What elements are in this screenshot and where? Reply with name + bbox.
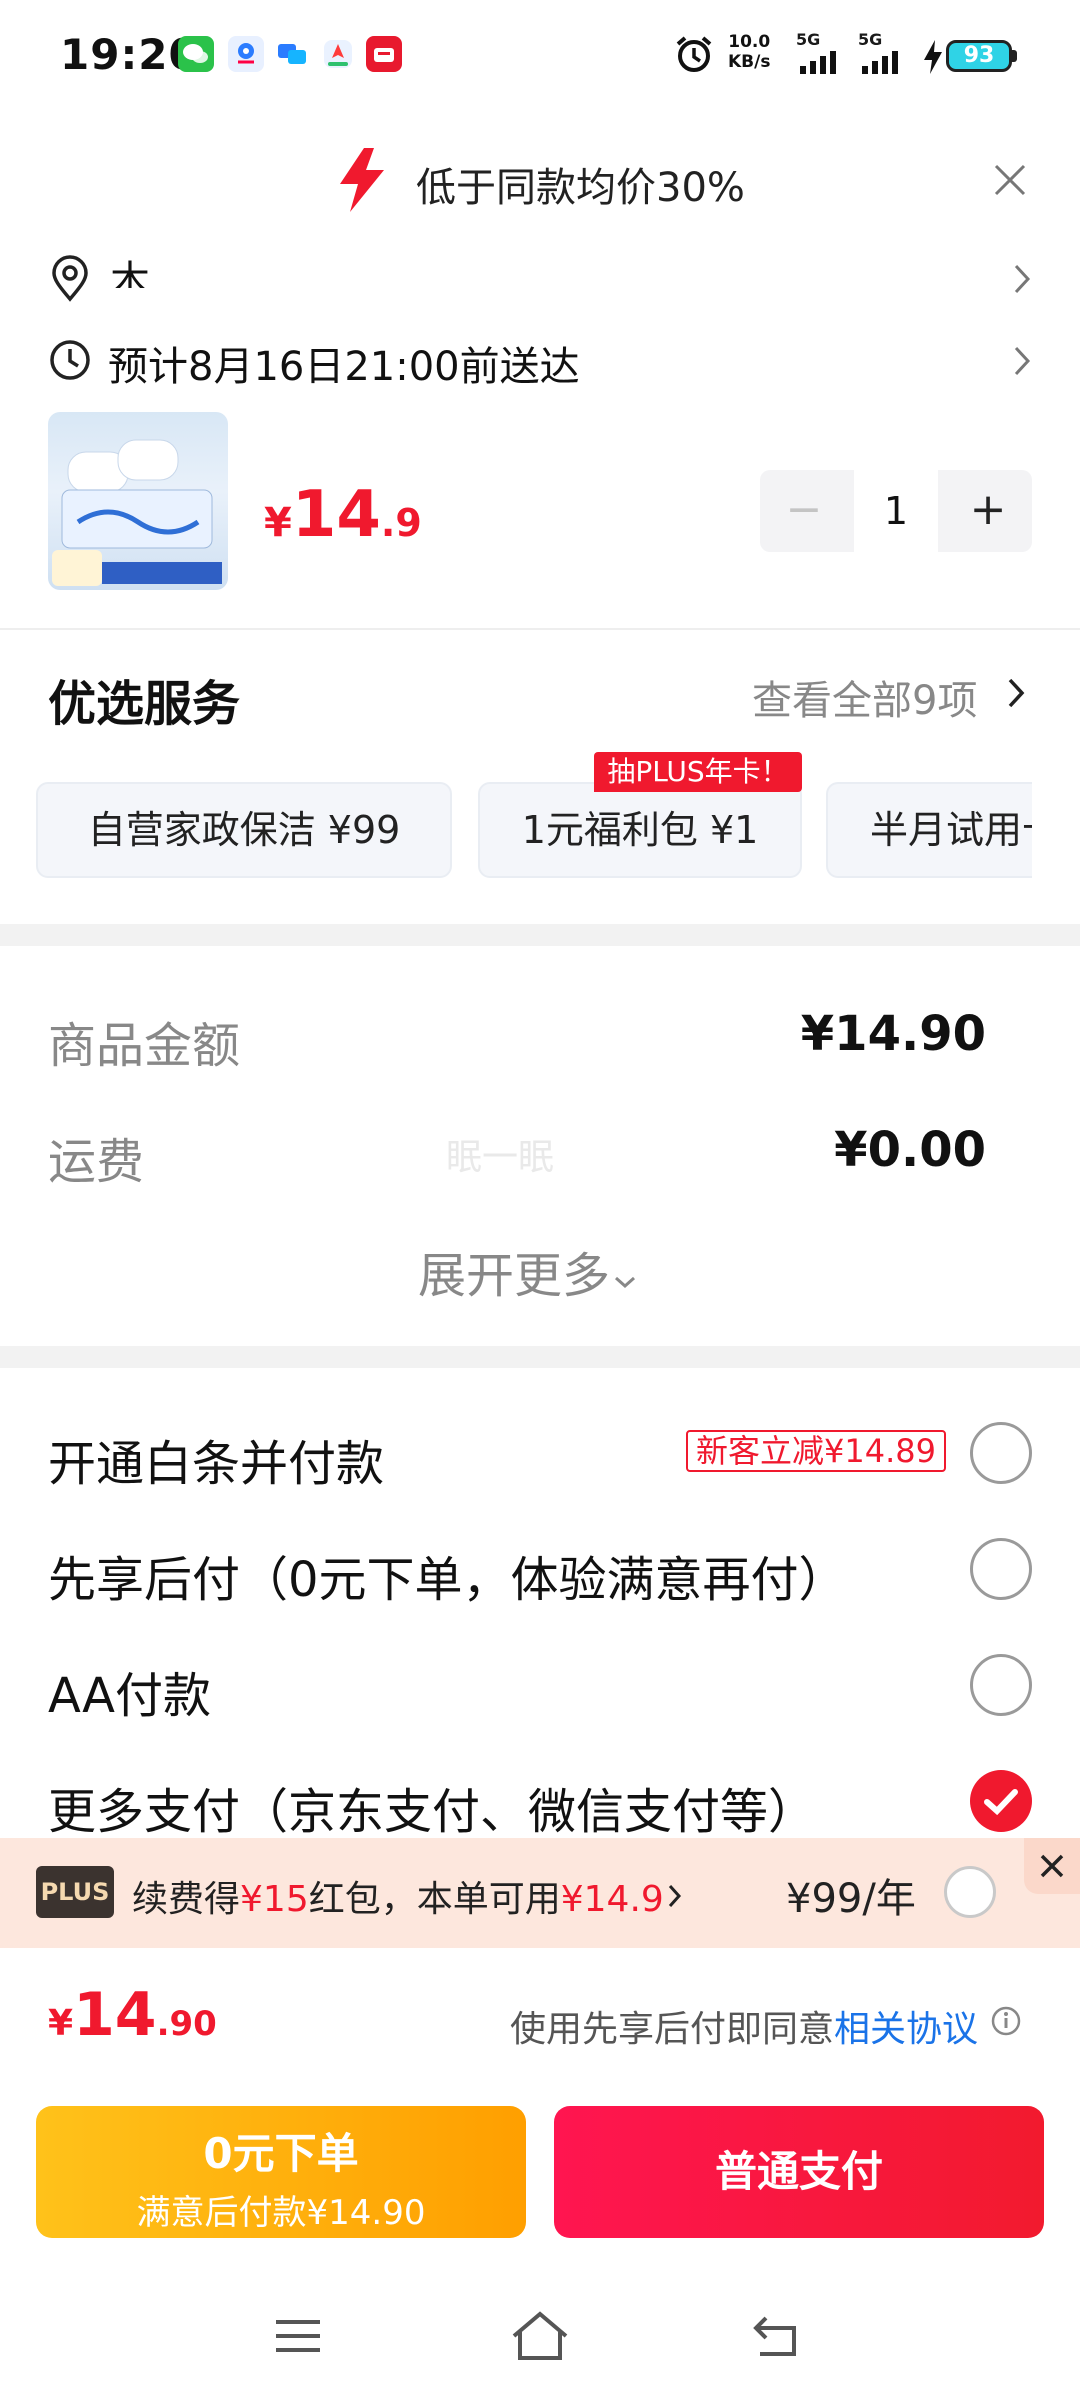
decrement-button[interactable]: − xyxy=(760,470,848,552)
net-speed-unit: KB/s xyxy=(728,52,771,72)
services-view-all[interactable]: 查看全部9项 xyxy=(752,668,977,726)
watermark-text: 眠一眠 xyxy=(446,1137,555,1178)
chevron-right-icon xyxy=(1010,262,1034,300)
goods-amount-value: ¥14.90 xyxy=(800,1006,986,1062)
close-icon[interactable] xyxy=(990,160,1030,204)
services-title: 优选服务 xyxy=(48,676,241,732)
total-price: ¥14.90 xyxy=(48,1980,217,2050)
service-promo-tag: 抽PLUS年卡！ xyxy=(594,752,802,792)
lightning-icon xyxy=(334,148,390,216)
shopping-app-icon xyxy=(366,36,402,72)
promo-banner-text: 低于同款均价30% xyxy=(416,165,745,211)
chevron-right-icon xyxy=(664,1879,686,1920)
payment-option-label[interactable]: 开通白条并付款 xyxy=(48,1424,384,1494)
payment-option-label[interactable]: AA付款 xyxy=(48,1656,211,1726)
normal-pay-button[interactable]: 普通支付 xyxy=(554,2106,1044,2238)
menu-icon[interactable] xyxy=(272,2314,324,2362)
expand-more-label: 展开更多 xyxy=(418,1248,611,1304)
service-card[interactable]: 自营家政保洁 ¥99 xyxy=(36,782,452,878)
plus-text-b: ¥15 xyxy=(240,1879,309,1920)
net-speed-value: 10.0 xyxy=(728,32,771,52)
agreement-text: 使用先享后付即同意相关协议 xyxy=(510,2000,978,2052)
navigation-app-icon xyxy=(320,36,356,72)
price-currency: ¥ xyxy=(264,500,292,546)
map-pin-app-icon xyxy=(228,36,264,72)
wechat-icon xyxy=(178,36,214,72)
total-integer: 14 xyxy=(73,1980,157,2050)
chevron-down-icon xyxy=(610,1248,640,1304)
plus-text-d: ¥14.9 xyxy=(560,1879,664,1920)
pay-later-title: 0元下单 xyxy=(203,2129,359,2178)
chevron-right-icon xyxy=(1004,676,1028,714)
quantity-value[interactable]: 1 xyxy=(854,470,938,552)
payment-radio-more-selected[interactable] xyxy=(970,1770,1032,1832)
plus-offer-text[interactable]: 续费得¥15红包，本单可用¥14.9 xyxy=(132,1870,686,1922)
plus-badge: PLUS xyxy=(36,1866,114,1918)
clock-icon xyxy=(48,338,92,386)
pay-later-button[interactable]: 0元下单 满意后付款¥14.90 xyxy=(36,2106,526,2238)
cellular-signal-2: 5G xyxy=(858,32,910,80)
expand-more-button[interactable]: 展开更多 xyxy=(418,1236,640,1306)
delivery-eta[interactable]: 预计8月16日21:00前送达 xyxy=(108,334,580,392)
delivery-address: 木 xyxy=(110,258,150,288)
charging-icon xyxy=(922,40,944,78)
payment-radio-baitiao[interactable] xyxy=(970,1422,1032,1484)
quantity-stepper[interactable]: − 1 + xyxy=(760,470,1032,552)
back-icon[interactable] xyxy=(750,2312,802,2364)
total-decimal: .90 xyxy=(156,2004,217,2044)
product-thumbnail[interactable] xyxy=(48,412,228,590)
checkmark-icon xyxy=(984,1789,1018,1816)
info-icon[interactable] xyxy=(990,2005,1022,2041)
status-bar: 19:20 10.0 KB/s 5G 5G 93 xyxy=(0,0,1080,110)
payment-radio-pay-later[interactable] xyxy=(970,1538,1032,1600)
pay-later-subtitle: 满意后付款¥14.90 xyxy=(136,2193,426,2233)
plus-price: ¥99/年 xyxy=(786,1876,916,1922)
location-pin-icon xyxy=(48,255,92,307)
new-customer-discount-badge: 新客立减¥14.89 xyxy=(686,1430,946,1472)
service-card[interactable]: 半月试用卡 xyxy=(826,782,1032,878)
divider xyxy=(0,628,1080,630)
alarm-icon xyxy=(672,32,716,80)
shipping-label: 运费 xyxy=(48,1134,145,1190)
cellular-signal-1: 5G xyxy=(796,32,848,80)
chevron-right-icon xyxy=(1010,344,1034,382)
sig2-label: 5G xyxy=(858,30,883,49)
sig1-label: 5G xyxy=(796,30,821,49)
system-nav-bar xyxy=(0,2290,1080,2400)
payment-radio-aa[interactable] xyxy=(970,1654,1032,1716)
goods-amount-label: 商品金额 xyxy=(48,1018,241,1074)
plus-text-a: 续费得 xyxy=(132,1879,241,1920)
plus-radio[interactable] xyxy=(944,1866,996,1918)
agreement-prefix: 使用先享后付即同意 xyxy=(510,2009,835,2050)
close-icon[interactable] xyxy=(1024,1838,1080,1894)
home-icon[interactable] xyxy=(508,2308,572,2368)
chat-app-icon xyxy=(274,36,310,72)
shipping-value: ¥0.00 xyxy=(834,1122,986,1178)
increment-button[interactable]: + xyxy=(944,470,1032,552)
price-integer: 14 xyxy=(291,478,381,552)
product-price: ¥14.9 xyxy=(264,478,422,552)
address-row[interactable] xyxy=(0,250,1080,308)
payment-option-label[interactable]: 更多支付（京东支付、微信支付等） xyxy=(48,1772,816,1842)
service-card[interactable]: 1元福利包 ¥1 xyxy=(478,782,802,878)
agreement-link[interactable]: 相关协议 xyxy=(834,2009,978,2050)
payment-option-label[interactable]: 先享后付（0元下单，体验满意再付） xyxy=(48,1540,847,1610)
battery-tip xyxy=(1012,50,1017,62)
battery-icon: 93 xyxy=(946,40,1012,72)
net-speed: 10.0 KB/s xyxy=(728,32,770,72)
price-decimal: .9 xyxy=(380,501,422,545)
plus-text-c: 红包，本单可用 xyxy=(308,1879,561,1920)
section-gap xyxy=(0,924,1080,946)
section-gap xyxy=(0,1346,1080,1368)
total-currency: ¥ xyxy=(48,2003,74,2044)
